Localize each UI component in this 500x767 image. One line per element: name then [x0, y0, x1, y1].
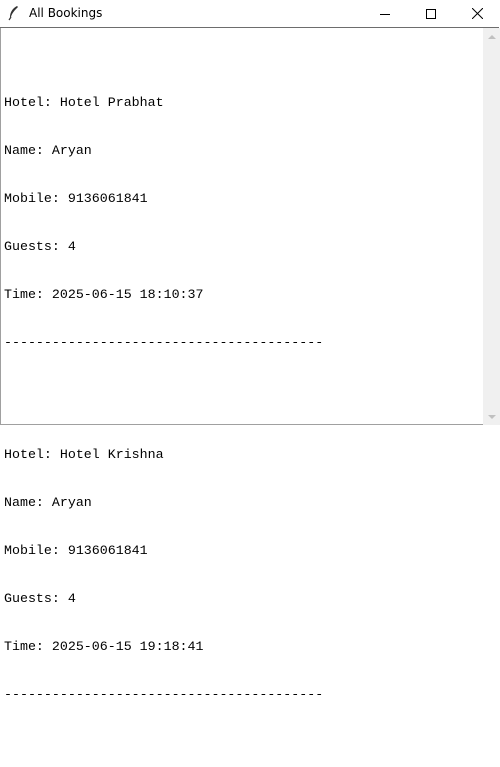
booking-separator: ----------------------------------------: [4, 335, 324, 350]
booking-guests: Guests: 4: [4, 591, 76, 606]
minimize-button[interactable]: [362, 0, 408, 26]
booking-separator: ----------------------------------------: [4, 687, 324, 702]
booking-mobile: Mobile: 9136061841: [4, 191, 148, 206]
arrow-down-icon: [487, 414, 496, 419]
booking-guests: Guests: 4: [4, 239, 76, 254]
minimize-icon: [380, 4, 390, 23]
booking-hotel: Hotel: Hotel Prabhat: [4, 95, 164, 110]
close-button[interactable]: [454, 0, 500, 26]
maximize-icon: [426, 4, 436, 23]
vertical-scrollbar[interactable]: [483, 28, 500, 425]
booking-entry: Hotel: Hotel Krishna Name: Aryan Mobile:…: [4, 415, 323, 735]
booking-name: Name: Aryan: [4, 495, 92, 510]
bookings-text: Hotel: Hotel Prabhat Name: Aryan Mobile:…: [4, 31, 323, 767]
close-icon: [471, 4, 483, 23]
feather-icon: [7, 5, 21, 21]
booking-time: Time: 2025-06-15 18:10:37: [4, 287, 204, 302]
bookings-text-area[interactable]: Hotel: Hotel Prabhat Name: Aryan Mobile:…: [0, 28, 483, 702]
arrow-up-icon: [487, 34, 496, 39]
booking-time: Time: 2025-06-15 19:18:41: [4, 639, 204, 654]
booking-mobile: Mobile: 9136061841: [4, 543, 148, 558]
scroll-up-button[interactable]: [483, 28, 500, 45]
maximize-button[interactable]: [408, 0, 454, 26]
booking-name: Name: Aryan: [4, 143, 92, 158]
booking-entry: Hotel: Hotel Prabhat Name: Aryan Mobile:…: [4, 63, 323, 383]
title-bar: All Bookings: [0, 0, 500, 26]
scroll-down-button[interactable]: [483, 408, 500, 425]
window-title: All Bookings: [29, 6, 103, 20]
booking-hotel: Hotel: Hotel Krishna: [4, 447, 164, 462]
